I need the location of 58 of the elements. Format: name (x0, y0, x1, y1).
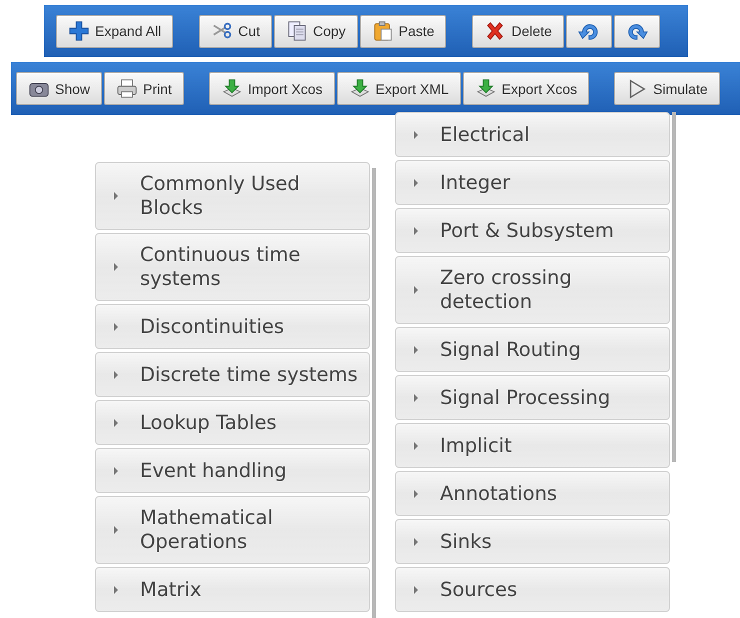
toolbar-button[interactable]: Copy (274, 14, 358, 48)
toolbar-button[interactable]: Delete (472, 14, 564, 48)
palette-category[interactable]: Commonly Used Blocks (95, 162, 370, 230)
toolbar-button[interactable]: Print (104, 72, 184, 105)
redo-button[interactable] (614, 14, 660, 48)
caret-icon (114, 526, 118, 534)
palette-category[interactable]: Discontinuities (95, 304, 370, 349)
palette-category[interactable]: Annotations (395, 471, 670, 516)
toolbar-button[interactable]: Cut (199, 14, 272, 48)
palette-category[interactable]: Implicit (395, 423, 670, 468)
caret-icon (414, 586, 418, 594)
caret-icon (114, 586, 118, 594)
caret-icon (114, 370, 118, 378)
caret-icon (414, 490, 418, 498)
caret-icon (414, 346, 418, 354)
scrollbar[interactable] (672, 112, 676, 462)
caret-icon (114, 418, 118, 426)
palette-category[interactable]: Sources (395, 567, 670, 612)
toolbar-button[interactable]: Show (16, 72, 102, 105)
caret-icon (114, 466, 118, 474)
palette-category[interactable]: Event handling (95, 448, 370, 493)
download-icon (474, 78, 497, 100)
palette-category[interactable]: Integer (395, 160, 670, 205)
caret-icon (414, 226, 418, 234)
caret-icon (114, 192, 118, 200)
toolbar-button[interactable]: Export XML (336, 72, 461, 105)
undo-button[interactable] (566, 14, 612, 48)
caret-icon (414, 394, 418, 402)
toolbar-button[interactable]: Simulate (614, 72, 720, 105)
palette-category[interactable]: Sinks (395, 519, 670, 564)
palette-category[interactable]: Matrix (95, 567, 370, 612)
toolbar-button[interactable]: Export Xcos (462, 72, 590, 105)
palette-category[interactable]: Signal Processing (395, 375, 670, 420)
toolbar-button[interactable]: Expand All (56, 14, 174, 48)
toolbar-button[interactable]: Import Xcos (208, 72, 335, 105)
palette-category[interactable]: Mathematical Operations (95, 496, 370, 564)
printer-icon (116, 78, 138, 100)
caret-icon (414, 442, 418, 450)
palette-category[interactable]: Port & Subsystem (395, 208, 670, 253)
download-icon (348, 78, 371, 100)
caret-icon (414, 130, 418, 138)
palette-category[interactable]: Electrical (395, 112, 670, 157)
download-icon (220, 78, 243, 100)
caret-icon (414, 178, 418, 186)
toolbar-button[interactable]: Paste (360, 14, 446, 48)
scrollbar[interactable] (372, 168, 376, 618)
caret-icon (114, 322, 118, 330)
palette-category[interactable]: Signal Routing (395, 327, 670, 372)
plus-icon (68, 20, 90, 42)
palette-category[interactable]: Continuous time systems (95, 233, 370, 301)
palette-category[interactable]: Lookup Tables (95, 400, 370, 445)
caret-icon (114, 263, 118, 271)
copy-icon (286, 20, 308, 42)
caret-icon (414, 286, 418, 294)
palette-category[interactable]: Discrete time systems (95, 352, 370, 397)
clipboard-icon (372, 20, 394, 42)
palette-category[interactable]: Zero crossing detection (395, 256, 670, 324)
caret-icon (414, 538, 418, 546)
